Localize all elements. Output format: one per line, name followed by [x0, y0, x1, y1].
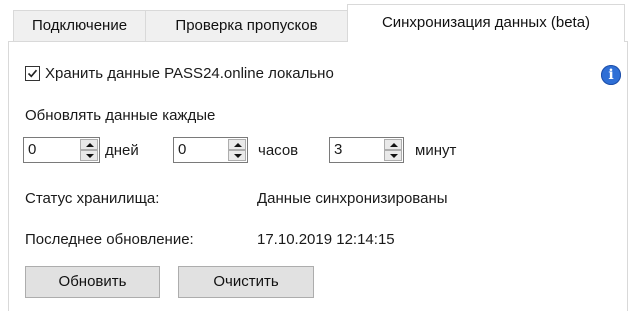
arrow-down-icon [234, 154, 242, 158]
store-locally-label[interactable]: Хранить данные PASS24.online локально [45, 65, 334, 82]
tab-pass-check-label: Проверка пропусков [175, 17, 318, 34]
tab-data-sync-label: Синхронизация данных (beta) [381, 14, 591, 31]
days-value[interactable]: 0 [28, 141, 36, 158]
arrow-down-icon [86, 154, 94, 158]
hours-spinner-buttons [228, 139, 246, 161]
storage-status-value: Данные синхронизированы [257, 190, 448, 207]
clear-button-label: Очистить [213, 273, 279, 290]
refresh-button-label: Обновить [58, 273, 127, 290]
days-spinner[interactable]: 0 [23, 137, 100, 163]
checkmark-icon [27, 69, 38, 78]
tab-strip: Подключение Проверка пропусков Синхрониз… [0, 0, 635, 42]
storage-status-label: Статус хранилища: [25, 190, 160, 207]
days-up-button[interactable] [80, 139, 98, 150]
arrow-up-icon [86, 143, 94, 147]
minutes-up-button[interactable] [384, 139, 402, 150]
hours-down-button[interactable] [228, 150, 246, 161]
tab-connection[interactable]: Подключение [13, 10, 146, 41]
arrow-up-icon [390, 143, 398, 147]
minutes-value[interactable]: 3 [334, 141, 342, 158]
info-icon[interactable]: i [601, 65, 621, 85]
tab-data-sync[interactable]: Синхронизация данных (beta) [347, 4, 625, 42]
tab-connection-label: Подключение [31, 17, 128, 34]
minutes-spinner-buttons [384, 139, 402, 161]
hours-spinner[interactable]: 0 [173, 137, 248, 163]
last-update-value: 17.10.2019 12:14:15 [257, 231, 395, 248]
arrow-up-icon [234, 143, 242, 147]
minutes-unit-label: минут [415, 142, 457, 159]
hours-up-button[interactable] [228, 139, 246, 150]
tab-pass-check[interactable]: Проверка пропусков [145, 10, 348, 41]
minutes-down-button[interactable] [384, 150, 402, 161]
hours-unit-label: часов [258, 142, 299, 159]
last-update-label: Последнее обновление: [25, 231, 194, 248]
minutes-spinner[interactable]: 3 [329, 137, 404, 163]
store-locally-checkbox[interactable] [25, 66, 40, 81]
hours-value[interactable]: 0 [178, 141, 186, 158]
info-icon-glyph: i [608, 67, 614, 83]
days-down-button[interactable] [80, 150, 98, 161]
update-interval-title: Обновлять данные каждые [25, 107, 216, 124]
refresh-button[interactable]: Обновить [25, 266, 160, 298]
arrow-down-icon [390, 154, 398, 158]
days-unit-label: дней [105, 142, 139, 159]
days-spinner-buttons [80, 139, 98, 161]
clear-button[interactable]: Очистить [178, 266, 314, 298]
